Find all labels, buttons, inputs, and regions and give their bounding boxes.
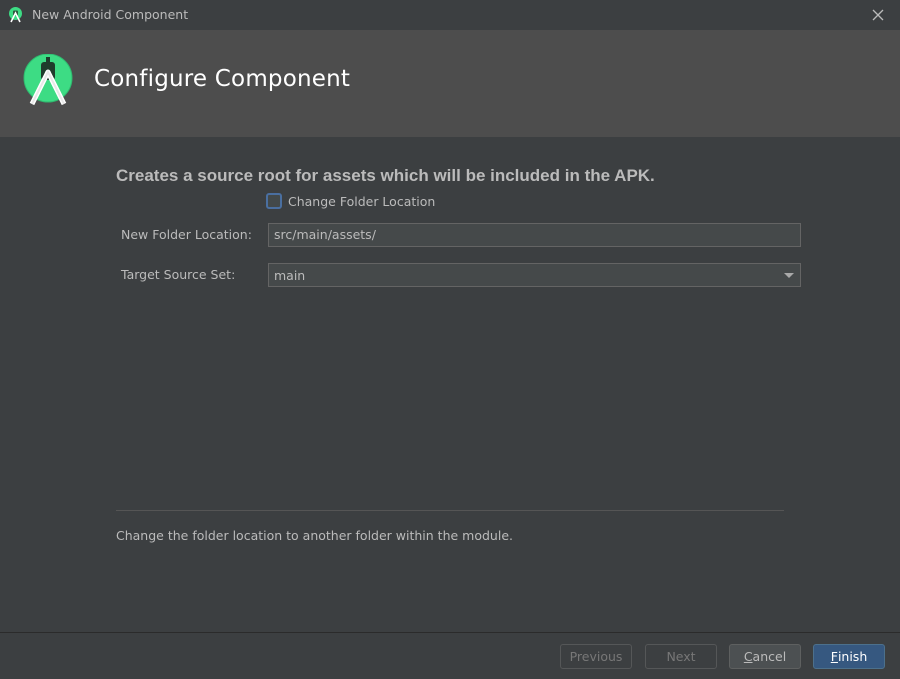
cancel-button[interactable]: Cancel	[729, 644, 801, 669]
finish-mnemonic: F	[830, 649, 838, 664]
page-title: Configure Component	[94, 66, 351, 92]
previous-button[interactable]: Previous	[560, 644, 632, 669]
cancel-mnemonic: C	[743, 649, 753, 664]
dropdown-arrow-icon	[784, 273, 794, 278]
wizard-header: Configure Component	[0, 30, 900, 137]
finish-label: inish	[837, 649, 868, 664]
folder-location-label: New Folder Location:	[121, 227, 252, 242]
android-studio-icon	[9, 7, 22, 23]
target-source-set-select[interactable]: main	[268, 263, 801, 287]
window-title: New Android Component	[32, 7, 189, 22]
target-source-set-label: Target Source Set:	[121, 267, 236, 282]
change-folder-checkbox[interactable]	[266, 193, 282, 209]
help-text: Change the folder location to another fo…	[116, 528, 513, 543]
title-bar: New Android Component	[0, 0, 900, 30]
footer-divider	[0, 632, 900, 633]
change-folder-checkbox-row[interactable]: Change Folder Location	[266, 193, 435, 209]
next-button[interactable]: Next	[645, 644, 717, 669]
change-folder-label: Change Folder Location	[288, 193, 436, 209]
target-source-set-value: main	[274, 268, 306, 283]
cancel-label: ancel	[752, 649, 787, 664]
android-studio-logo	[23, 54, 73, 106]
close-icon[interactable]	[868, 5, 888, 25]
finish-button[interactable]: Finish	[813, 644, 885, 669]
divider	[116, 510, 784, 511]
folder-location-input[interactable]: src/main/assets/	[268, 223, 801, 247]
component-description: Creates a source root for assets which w…	[116, 166, 655, 185]
